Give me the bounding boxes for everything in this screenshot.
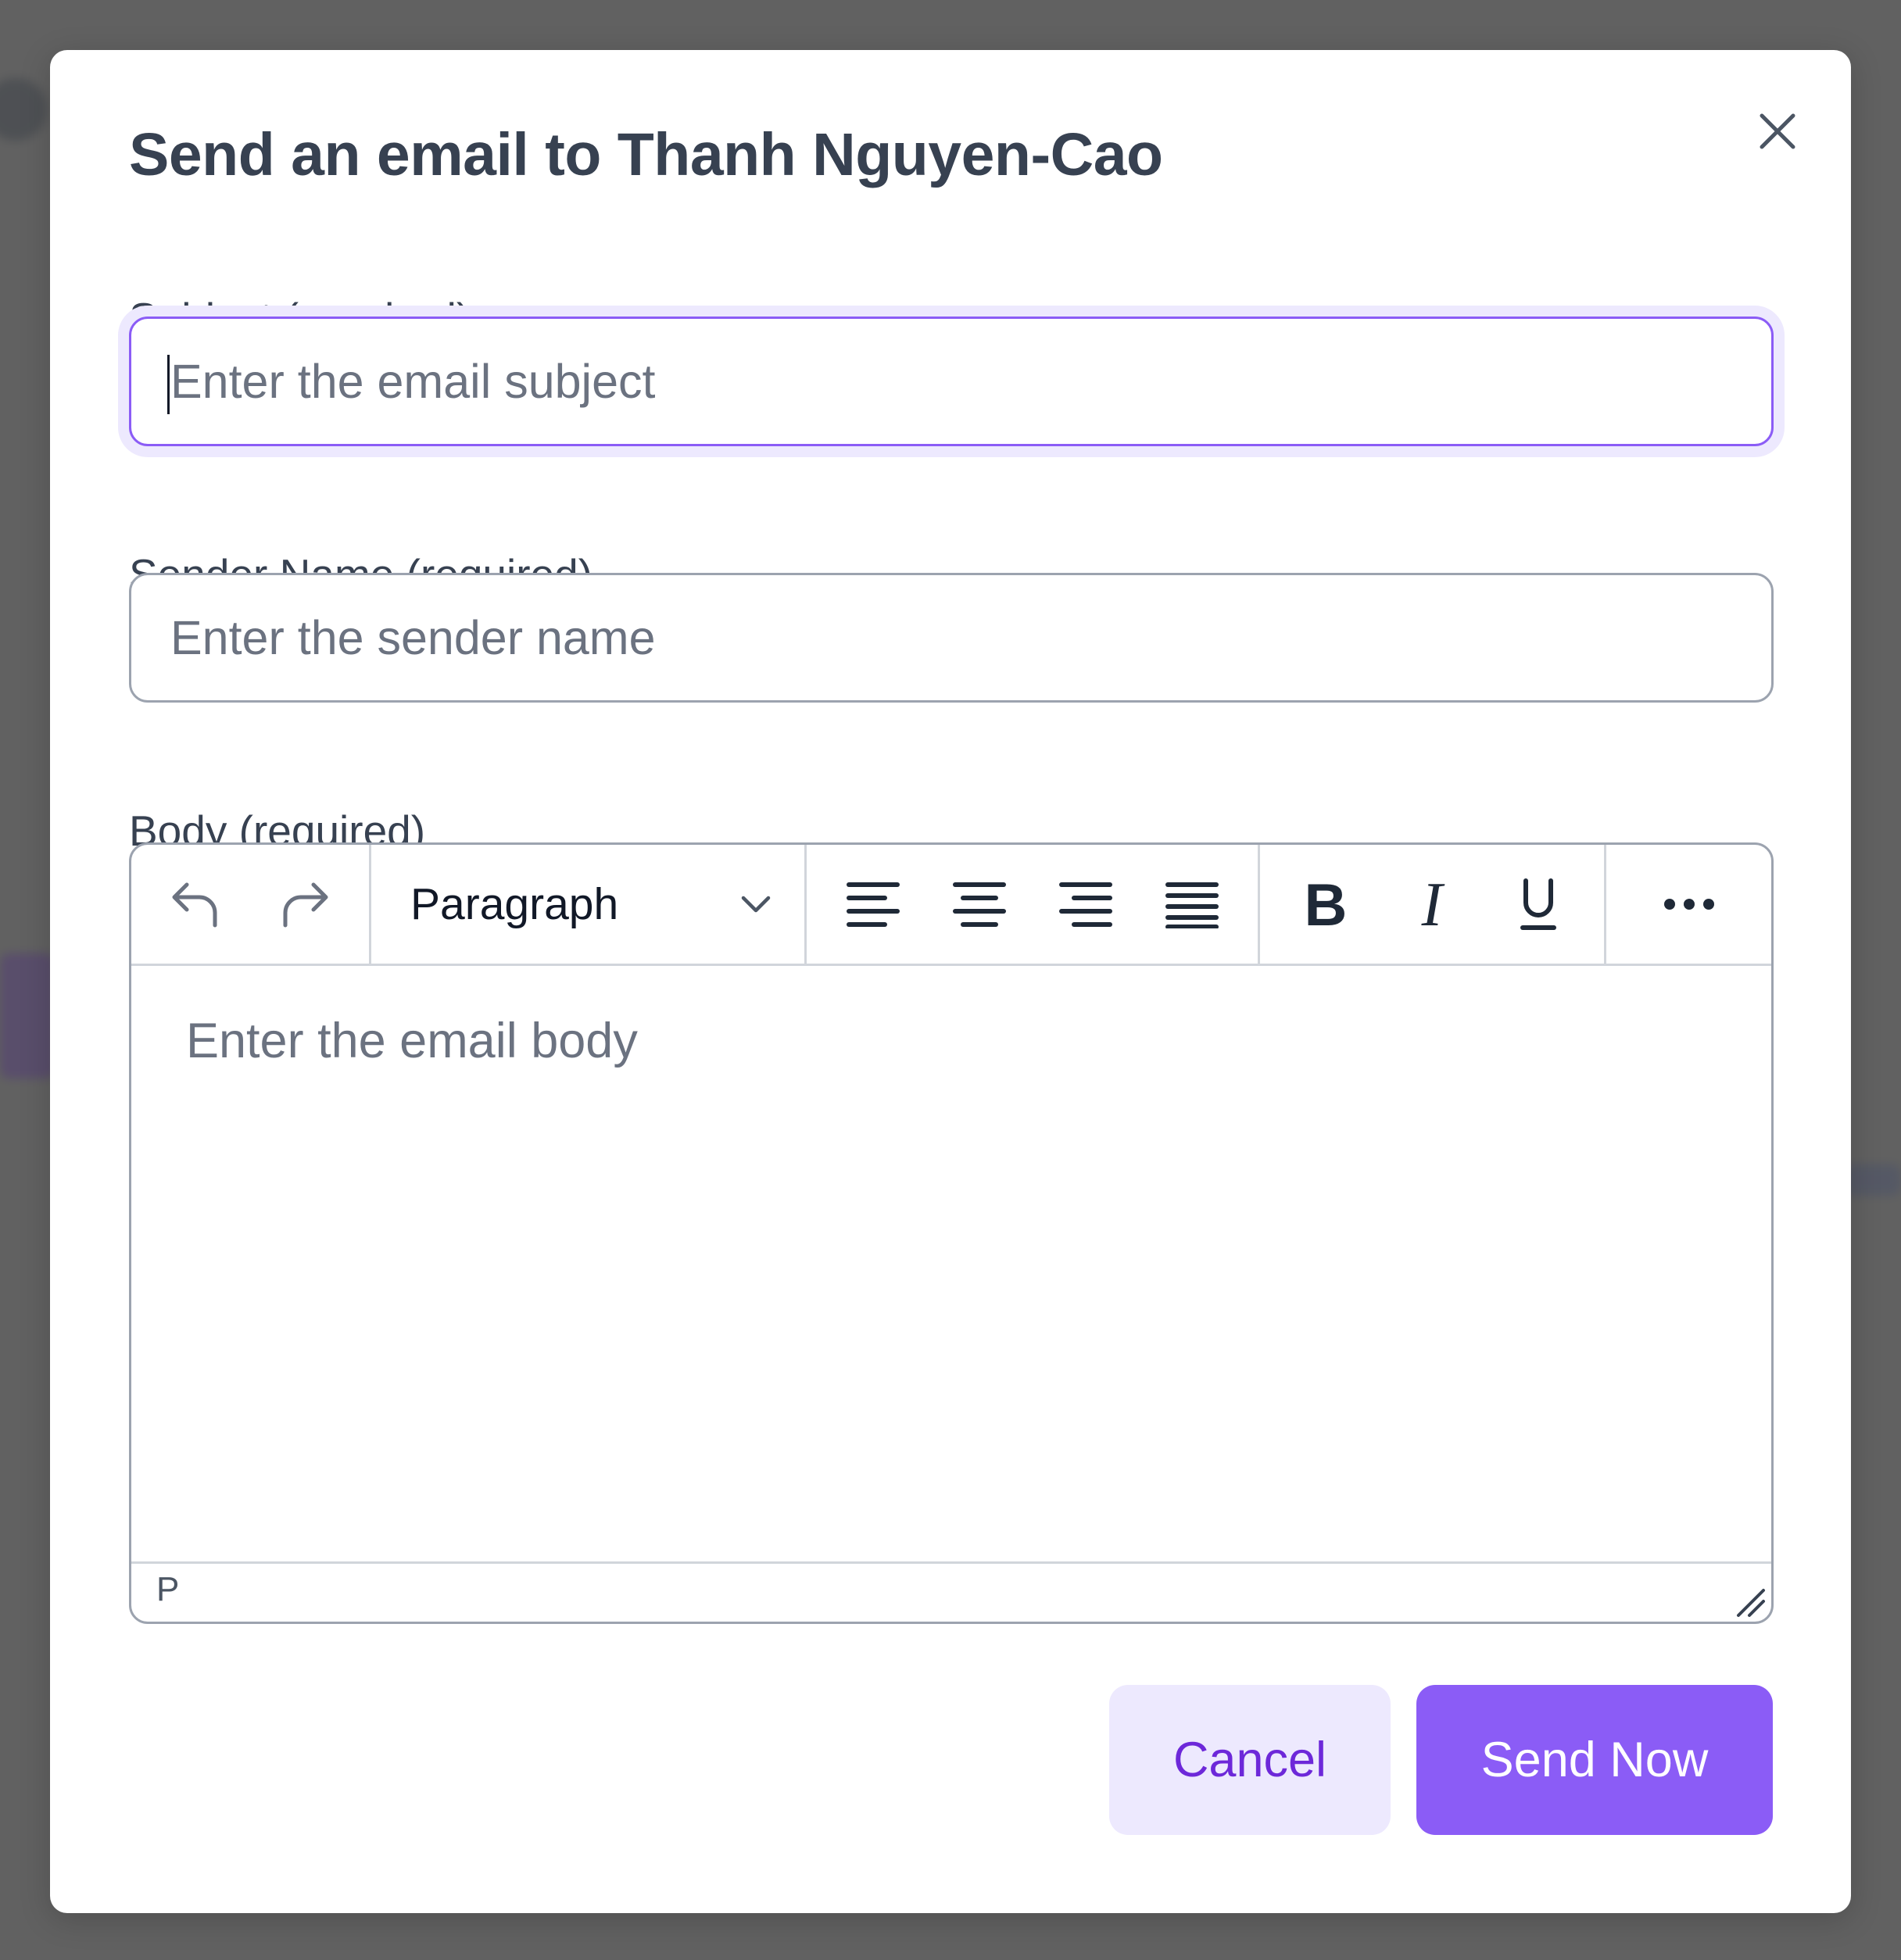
subject-input[interactable]	[129, 317, 1774, 446]
block-format-group: Paragraph	[371, 845, 807, 964]
element-path[interactable]: P	[156, 1570, 179, 1609]
close-button[interactable]	[1748, 102, 1807, 161]
more-group	[1606, 845, 1771, 964]
editor-toolbar: Paragraph B I	[131, 845, 1771, 966]
send-now-button[interactable]: Send Now	[1416, 1685, 1773, 1835]
align-left-icon	[846, 882, 900, 927]
editor-placeholder: Enter the email body	[186, 1014, 638, 1068]
history-group	[131, 845, 371, 964]
undo-button[interactable]	[142, 851, 249, 957]
editor-statusbar: P	[131, 1561, 1771, 1622]
cancel-button[interactable]: Cancel	[1109, 1685, 1391, 1835]
align-center-icon	[952, 882, 1006, 927]
redo-icon	[283, 882, 328, 928]
alignment-group	[807, 845, 1260, 964]
formatting-group: B I	[1260, 845, 1606, 964]
editor-content-area[interactable]: Enter the email body	[131, 966, 1771, 1561]
sender-name-input[interactable]	[129, 573, 1774, 703]
underline-icon	[1520, 878, 1556, 930]
chevron-down-icon	[741, 896, 771, 913]
more-icon	[1663, 899, 1714, 910]
text-caret	[167, 355, 170, 414]
dialog-title: Send an email to Thanh Nguyen-Cao	[129, 121, 1163, 188]
svg-text:I: I	[1421, 877, 1445, 932]
rich-text-editor: Paragraph B I Enter the email body P	[129, 842, 1774, 1624]
align-center-button[interactable]	[926, 851, 1033, 957]
underline-button[interactable]	[1485, 851, 1591, 957]
block-format-select[interactable]: Paragraph	[371, 878, 804, 930]
italic-button[interactable]: I	[1379, 851, 1485, 957]
align-justify-icon	[1165, 882, 1219, 928]
resize-handle[interactable]	[1732, 1584, 1767, 1618]
align-right-icon	[1058, 882, 1112, 927]
italic-icon: I	[1421, 877, 1445, 932]
send-email-dialog: Send an email to Thanh Nguyen-Cao Subjec…	[50, 50, 1851, 1913]
align-left-button[interactable]	[820, 851, 926, 957]
block-format-value: Paragraph	[410, 879, 619, 929]
bold-icon: B	[1305, 877, 1348, 932]
more-button[interactable]	[1636, 851, 1742, 957]
close-icon	[1760, 113, 1795, 149]
redo-button[interactable]	[252, 851, 358, 957]
align-justify-button[interactable]	[1139, 851, 1245, 957]
bold-button[interactable]: B	[1273, 851, 1379, 957]
resize-grip-icon	[1737, 1589, 1765, 1617]
align-right-button[interactable]	[1033, 851, 1139, 957]
svg-text:B: B	[1305, 877, 1348, 932]
undo-icon	[172, 882, 217, 928]
